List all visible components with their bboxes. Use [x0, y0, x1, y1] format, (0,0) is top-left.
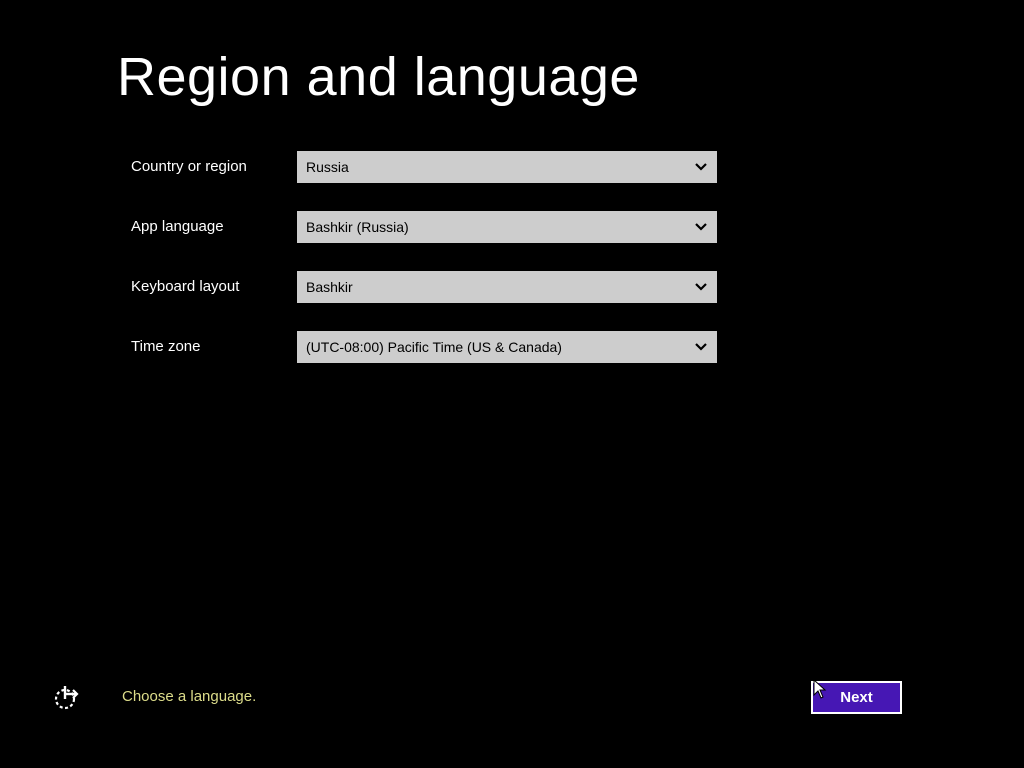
next-button[interactable]: Next: [811, 681, 902, 714]
country-region-row: Country or region Russia: [131, 151, 721, 183]
app-language-value: Bashkir (Russia): [306, 219, 409, 235]
ease-of-access-icon[interactable]: [52, 684, 80, 712]
page-title: Region and language: [117, 47, 640, 107]
chevron-down-icon: [695, 283, 707, 291]
keyboard-layout-dropdown[interactable]: Bashkir: [297, 271, 717, 303]
time-zone-label: Time zone: [131, 338, 201, 355]
time-zone-value: (UTC-08:00) Pacific Time (US & Canada): [306, 339, 562, 355]
country-region-dropdown[interactable]: Russia: [297, 151, 717, 183]
app-language-dropdown[interactable]: Bashkir (Russia): [297, 211, 717, 243]
time-zone-dropdown[interactable]: (UTC-08:00) Pacific Time (US & Canada): [297, 331, 717, 363]
chevron-down-icon: [695, 163, 707, 171]
app-language-row: App language Bashkir (Russia): [131, 211, 721, 243]
keyboard-layout-row: Keyboard layout Bashkir: [131, 271, 721, 303]
app-language-label: App language: [131, 218, 224, 235]
keyboard-layout-label: Keyboard layout: [131, 278, 240, 295]
status-message: Choose a language.: [122, 688, 257, 705]
keyboard-layout-value: Bashkir: [306, 279, 353, 295]
country-region-value: Russia: [306, 159, 349, 175]
chevron-down-icon: [695, 343, 707, 351]
time-zone-row: Time zone (UTC-08:00) Pacific Time (US &…: [131, 331, 721, 363]
chevron-down-icon: [695, 223, 707, 231]
setup-screen: Region and language Country or region Ru…: [0, 0, 1024, 768]
country-region-label: Country or region: [131, 158, 247, 175]
